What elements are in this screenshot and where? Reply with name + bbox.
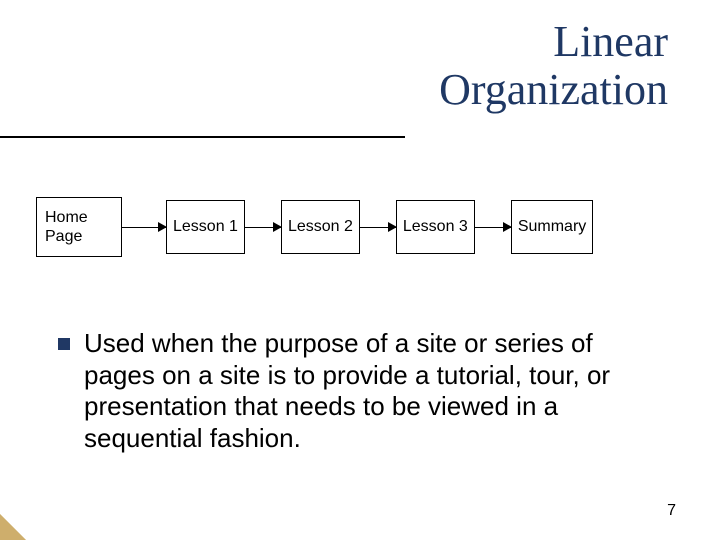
diagram-node-lesson2: Lesson 2 xyxy=(281,200,360,253)
diagram-node-lesson1: Lesson 1 xyxy=(166,200,245,253)
slide-title: Linear Organization xyxy=(439,18,668,115)
diagram-node-lesson3: Lesson 3 xyxy=(396,200,475,253)
body-bullet-item: Used when the purpose of a site or serie… xyxy=(58,328,668,455)
title-underline xyxy=(0,136,405,138)
arrow-icon xyxy=(475,227,511,228)
page-number: 7 xyxy=(667,502,676,520)
title-line-2: Organization xyxy=(439,66,668,114)
diagram-node-home: Home Page xyxy=(36,197,122,257)
page-corner-icon xyxy=(0,514,26,540)
diagram-node-summary: Summary xyxy=(511,200,593,253)
arrow-icon xyxy=(245,227,281,228)
arrow-icon xyxy=(122,227,166,228)
arrow-icon xyxy=(360,227,396,228)
title-line-1: Linear xyxy=(439,18,668,66)
square-bullet-icon xyxy=(58,338,70,350)
linear-diagram: Home Page Lesson 1 Lesson 2 Lesson 3 Sum… xyxy=(36,182,684,272)
body-paragraph: Used when the purpose of a site or serie… xyxy=(84,328,668,455)
